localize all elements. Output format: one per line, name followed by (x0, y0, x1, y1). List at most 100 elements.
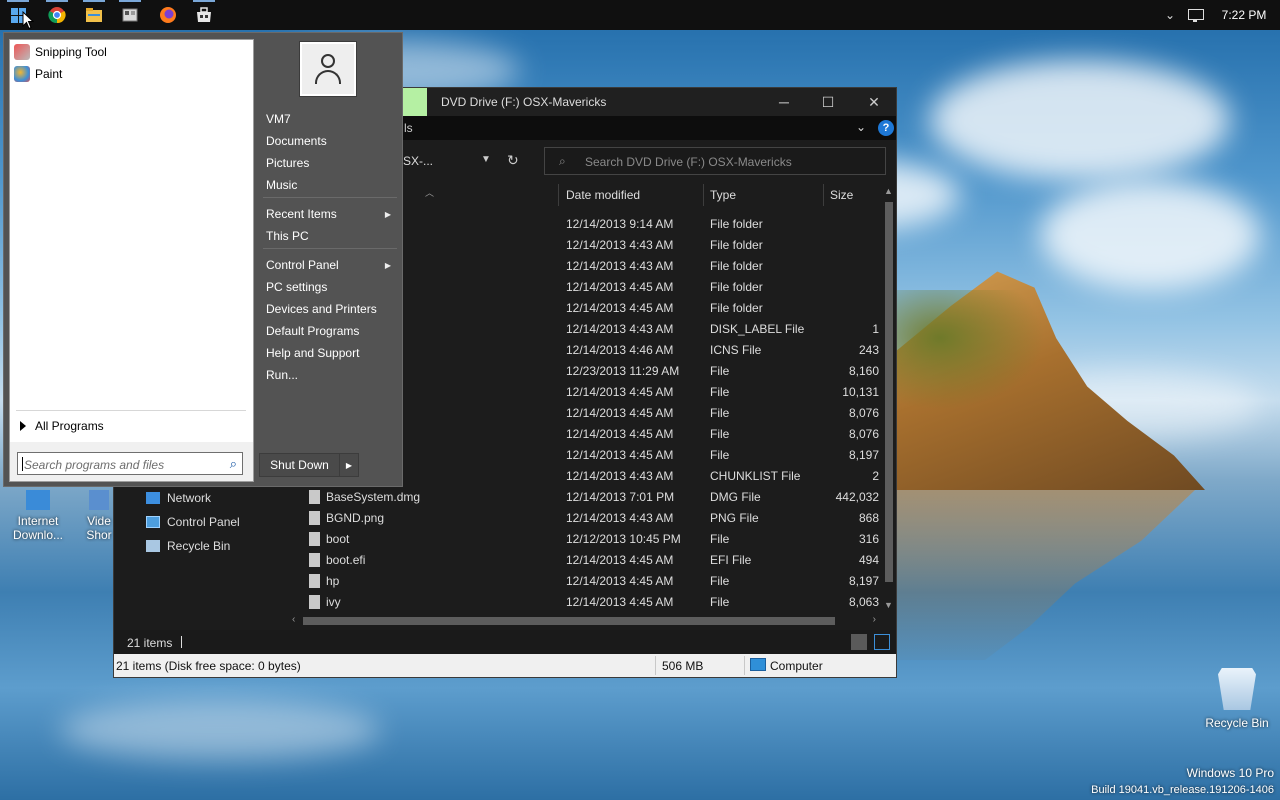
shutdown-group: Shut Down ▶ (259, 453, 359, 477)
search-box[interactable]: ⌕ Search DVD Drive (F:) OSX-Mavericks (544, 147, 886, 175)
clock[interactable]: 7:22 PM (1208, 8, 1280, 22)
scrollbar-thumb[interactable] (303, 617, 835, 625)
column-separator[interactable] (558, 184, 559, 206)
ribbon-tab[interactable]: ls (404, 121, 413, 135)
start-link-control-panel[interactable]: Control Panel ▶ (261, 255, 399, 275)
scroll-down-icon[interactable]: ▼ (884, 600, 893, 610)
desktop-icon-label: Recycle Bin (1205, 716, 1269, 730)
start-link-this-pc[interactable]: This PC (261, 226, 399, 246)
nav-item-recycle-bin[interactable]: Recycle Bin (146, 536, 230, 556)
chevron-down-icon[interactable]: ▼ (481, 154, 491, 165)
desktop-icon-internet-download-manager[interactable]: Internet Downlo... (8, 490, 68, 542)
search-icon[interactable]: ⌕ (230, 456, 237, 472)
file-size: 442,032 (835, 490, 879, 504)
scroll-right-icon[interactable]: › (873, 614, 876, 625)
minimize-button[interactable]: ─ (762, 91, 806, 113)
desktop-icon-video-shortcut[interactable]: Vide Shor (84, 490, 114, 542)
file-type: EFI File (710, 553, 752, 567)
file-date: 12/14/2013 4:43 AM (566, 469, 674, 483)
refresh-icon[interactable]: ↻ (507, 152, 519, 169)
divider (263, 197, 397, 198)
vertical-scrollbar[interactable]: ▲ ▼ (882, 184, 896, 612)
taskbar: ⌄ 7:22 PM (0, 0, 1280, 30)
file-type: File folder (710, 238, 763, 252)
table-row[interactable]: boot.efi 12/14/2013 4:45 AM EFI File 494 (297, 550, 887, 571)
address-bar[interactable]: SX-... ▼ ↻ (397, 148, 527, 174)
column-header-type[interactable]: Type (710, 188, 736, 202)
start-link-music[interactable]: Music (261, 175, 399, 195)
chrome-icon[interactable] (46, 0, 68, 26)
help-icon[interactable]: ? (878, 120, 894, 136)
file-size: 2 (872, 469, 879, 483)
maximize-button[interactable]: ☐ (806, 91, 850, 113)
start-link-documents[interactable]: Documents (261, 131, 399, 151)
chevron-down-icon[interactable]: ⌄ (1158, 8, 1182, 22)
close-button[interactable]: ✕ (852, 91, 896, 113)
file-size: 10,131 (842, 385, 879, 399)
status-bar: 21 items (114, 630, 896, 654)
file-explorer-icon[interactable] (83, 0, 105, 26)
shutdown-button[interactable]: Shut Down (260, 454, 340, 476)
shutdown-options-icon[interactable]: ▶ (340, 454, 358, 476)
column-header-date[interactable]: Date modified (566, 188, 640, 202)
nav-item-network[interactable]: Network (146, 488, 211, 508)
all-programs-button[interactable]: All Programs (20, 419, 104, 433)
network-icon[interactable] (1182, 7, 1208, 23)
start-search-input[interactable]: Search programs and files ⌕ (17, 452, 243, 475)
navigation-pane: Network Control Panel Recycle Bin (114, 488, 286, 628)
table-row[interactable]: BaseSystem.dmg 12/14/2013 7:01 PM DMG File… (297, 487, 887, 508)
start-link-pc-settings[interactable]: PC settings (261, 277, 399, 297)
location-label: Computer (770, 659, 823, 673)
start-link-help-and-support[interactable]: Help and Support (261, 343, 399, 363)
large-icons-view-icon[interactable] (874, 634, 890, 650)
start-link-label: Recent Items (266, 207, 337, 221)
file-type: File (710, 406, 730, 420)
column-separator[interactable] (823, 184, 824, 206)
scrollbar-thumb[interactable] (885, 202, 893, 582)
file-icon (309, 490, 320, 504)
details-view-icon[interactable] (851, 634, 867, 650)
start-link-default-programs[interactable]: Default Programs (261, 321, 399, 341)
table-row[interactable]: hp 12/14/2013 4:45 AM File 8,197 (297, 571, 887, 592)
window-title: DVD Drive (F:) OSX-Mavericks (441, 95, 607, 109)
file-size: 8,063 (848, 595, 879, 609)
scroll-left-icon[interactable]: ‹ (292, 614, 295, 625)
start-link-run[interactable]: Run... (261, 365, 399, 385)
start-link-pictures[interactable]: Pictures (261, 153, 399, 173)
start-link-vm7[interactable]: VM7 (261, 109, 399, 129)
scroll-up-icon[interactable]: ▲ (884, 186, 893, 196)
start-link-devices-and-printers[interactable]: Devices and Printers (261, 299, 399, 319)
recycle-bin-icon (146, 540, 160, 552)
program-label: Paint (35, 67, 63, 81)
file-size: 8,197 (848, 574, 879, 588)
table-row[interactable]: BGND.png 12/14/2013 4:43 AM PNG File 868 (297, 508, 887, 529)
expand-ribbon-icon[interactable]: ⌄ (856, 120, 866, 134)
table-row[interactable]: ivy 12/14/2013 4:45 AM File 8,063 (297, 592, 887, 613)
os-build: Build 19041.vb_release.191206-1406 (1091, 784, 1274, 796)
cloud (60, 700, 380, 760)
app-icon[interactable] (119, 0, 141, 26)
start-link-label: Run... (266, 368, 299, 382)
column-separator[interactable] (703, 184, 704, 206)
start-link-label: Help and Support (266, 346, 360, 360)
details-bar: 21 items (Disk free space: 0 bytes) 506 … (114, 654, 896, 677)
start-link-recent-items[interactable]: Recent Items ▶ (261, 204, 399, 224)
firefox-icon[interactable] (157, 4, 179, 26)
file-size: 8,076 (848, 406, 879, 420)
nav-item-control-panel[interactable]: Control Panel (146, 512, 240, 532)
user-avatar[interactable] (300, 42, 356, 96)
store-icon[interactable] (193, 0, 215, 26)
file-date: 12/14/2013 4:45 AM (566, 574, 674, 588)
program-snipping-tool[interactable]: Snipping Tool (14, 42, 107, 62)
column-header-size[interactable]: Size (830, 188, 853, 202)
file-icon (309, 511, 320, 525)
program-paint[interactable]: Paint (14, 64, 62, 84)
desktop-icon-recycle-bin[interactable]: Recycle Bin (1200, 668, 1274, 730)
table-row[interactable]: boot 12/12/2013 10:45 PM File 316 (297, 529, 887, 550)
file-type: File (710, 385, 730, 399)
file-date: 12/14/2013 4:45 AM (566, 448, 674, 462)
file-date: 12/14/2013 4:45 AM (566, 553, 674, 567)
file-date: 12/14/2013 4:46 AM (566, 343, 674, 357)
snipping-tool-icon (14, 44, 30, 60)
horizontal-scrollbar[interactable]: ‹ › (289, 614, 882, 628)
